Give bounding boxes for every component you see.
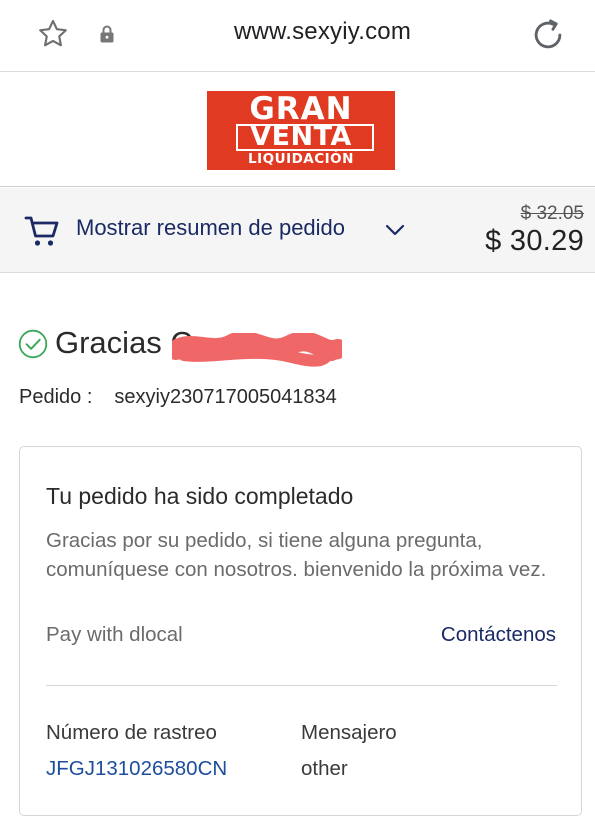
original-price: $ 32.05: [520, 203, 584, 224]
redaction-scribble: [172, 333, 342, 367]
tracking-number-label: Número de rastreo: [46, 721, 217, 744]
lock-icon: [100, 25, 114, 43]
check-circle-icon: [18, 329, 48, 359]
order-status-title: Tu pedido ha sido completado: [46, 483, 354, 509]
browser-url-bar: www.sexyiy.com: [0, 0, 595, 72]
logo-line-liquidacion: LIQUIDACIÓN: [248, 151, 354, 167]
store-header: GRAN VENTA LIQUIDACIÓN: [0, 73, 595, 187]
tracking-number-link[interactable]: JFGJ131026580CN: [46, 757, 227, 781]
reload-icon[interactable]: [529, 16, 567, 54]
order-summary-toggle[interactable]: Mostrar resumen de pedido $ 32.05 $ 30.2…: [0, 188, 595, 273]
url-text[interactable]: www.sexyiy.com: [150, 18, 495, 52]
cart-icon: [24, 216, 59, 246]
order-number-row: Pedido : sexyiy230717005041834: [19, 386, 337, 409]
order-status-message: Gracias por su pedido, si tiene alguna p…: [46, 529, 547, 581]
chevron-down-icon[interactable]: [383, 218, 407, 242]
logo-line-venta: VENTA: [250, 121, 352, 152]
courier-value: other: [301, 757, 348, 780]
store-logo[interactable]: GRAN VENTA LIQUIDACIÓN: [207, 91, 395, 170]
courier-label: Mensajero: [301, 721, 397, 744]
star-icon[interactable]: [36, 17, 70, 51]
order-summary-label[interactable]: Mostrar resumen de pedido: [76, 215, 345, 241]
order-label: Pedido :: [19, 386, 93, 408]
payment-method: Pay with dlocal: [46, 623, 183, 646]
contact-us-link[interactable]: Contáctenos: [441, 623, 556, 647]
card-divider: [46, 685, 557, 686]
total-price: $ 30.29: [485, 225, 584, 257]
order-status-card: Tu pedido ha sido completado Gracias por…: [19, 446, 582, 816]
order-number: sexyiy230717005041834: [114, 386, 337, 408]
